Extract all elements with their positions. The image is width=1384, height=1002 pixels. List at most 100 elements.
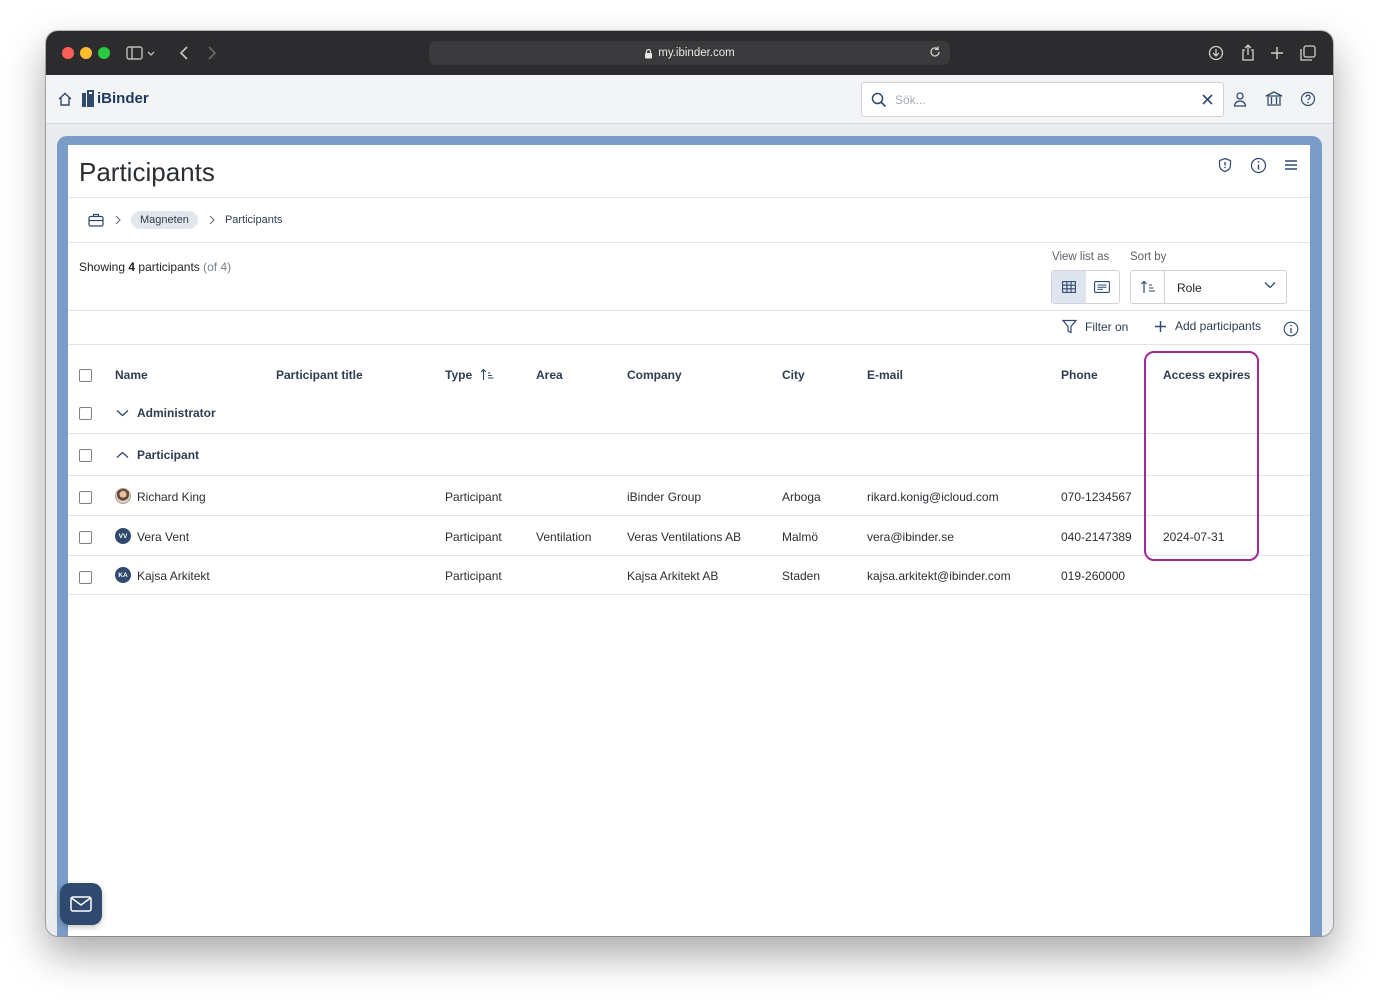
url-text: my.ibinder.com	[658, 47, 735, 59]
column-header-name[interactable]: Name	[115, 368, 148, 382]
new-tab-icon[interactable]	[1270, 43, 1284, 63]
row-checkbox[interactable]	[79, 571, 92, 584]
reload-icon[interactable]	[928, 45, 942, 59]
zoom-window-button[interactable]	[98, 47, 110, 59]
info-icon[interactable]	[1250, 155, 1267, 175]
chevron-down-icon	[1264, 282, 1276, 289]
sort-ascending-icon	[480, 368, 494, 380]
view-list-as-label: View list as	[1052, 251, 1110, 263]
group-checkbox[interactable]	[79, 449, 92, 462]
search-input[interactable]	[895, 91, 1195, 109]
group-checkbox[interactable]	[79, 407, 92, 420]
grid-icon	[1061, 281, 1076, 293]
breadcrumb: Magneten Participants	[88, 211, 282, 229]
search-box[interactable]	[861, 82, 1224, 117]
ibinder-logo-icon	[82, 90, 94, 107]
avatar: KA	[115, 567, 131, 583]
divider	[68, 197, 1310, 198]
participant-area: Ventilation	[536, 530, 592, 544]
organization-icon[interactable]	[1265, 89, 1283, 109]
participant-type: Participant	[445, 530, 502, 544]
share-icon[interactable]	[1240, 43, 1256, 63]
address-bar[interactable]: my.ibinder.com	[429, 41, 950, 65]
participant-company: Kajsa Arkitekt AB	[627, 569, 719, 583]
ibinder-logo[interactable]: iBinder	[82, 90, 149, 107]
participant-name[interactable]: Richard King	[137, 490, 206, 504]
message-button[interactable]	[60, 883, 102, 925]
lock-icon	[645, 48, 653, 58]
briefcase-icon[interactable]	[88, 213, 104, 227]
row-checkbox[interactable]	[79, 491, 92, 504]
list-card-icon	[1094, 281, 1111, 293]
participant-count: 4	[128, 260, 136, 274]
add-participants-button[interactable]: Add participants	[1154, 319, 1261, 333]
sort-by-label: Sort by	[1130, 251, 1167, 263]
chevron-down-icon	[116, 410, 129, 417]
column-header-company[interactable]: Company	[627, 368, 682, 382]
column-header-phone[interactable]: Phone	[1061, 368, 1098, 382]
participant-name[interactable]: Kajsa Arkitekt	[137, 569, 210, 583]
page-title: Participants	[79, 157, 215, 187]
clear-search-icon[interactable]	[1202, 94, 1213, 105]
close-window-button[interactable]	[62, 47, 74, 59]
participant-email: vera@ibinder.se	[867, 530, 954, 544]
filter-button[interactable]: Filter on	[1062, 319, 1128, 334]
card-view-button[interactable]	[1086, 271, 1120, 303]
download-icon[interactable]	[1208, 43, 1224, 63]
browser-window: my.ibinder.com iBinder Sök... Participan…	[46, 31, 1333, 936]
sort-value: Role	[1177, 281, 1202, 295]
column-header-city[interactable]: City	[782, 368, 805, 382]
chevron-up-icon	[116, 451, 129, 458]
row-divider	[68, 515, 1310, 516]
filter-icon	[1062, 319, 1077, 334]
breadcrumb-item-magneten[interactable]: Magneten	[131, 211, 198, 229]
sort-ascending-icon	[1140, 280, 1155, 293]
participant-phone: 040-2147389	[1061, 530, 1132, 544]
column-header-participant-title[interactable]: Participant title	[276, 368, 363, 382]
avatar: VV	[115, 528, 131, 544]
info-icon[interactable]	[1283, 319, 1299, 339]
participant-email: kajsa.arkitekt@ibinder.com	[867, 569, 1011, 583]
sort-direction-button[interactable]	[1131, 271, 1165, 303]
participant-phone: 070-1234567	[1061, 490, 1132, 504]
participant-name[interactable]: Vera Vent	[137, 530, 189, 544]
mail-icon	[70, 896, 92, 912]
row-divider	[68, 475, 1310, 476]
app-header: iBinder	[46, 75, 1333, 124]
table-view-button[interactable]	[1052, 271, 1086, 303]
sidebar-toggle-icon[interactable]	[126, 43, 156, 63]
select-all-checkbox[interactable]	[79, 369, 92, 382]
group-header-administrator[interactable]: Administrator	[116, 406, 216, 420]
row-divider	[68, 594, 1310, 595]
participant-email: rikard.konig@icloud.com	[867, 490, 999, 504]
tabs-overview-icon[interactable]	[1300, 43, 1316, 63]
participant-phone: 019-260000	[1061, 569, 1126, 583]
sort-select[interactable]: Role	[1130, 270, 1287, 304]
participant-city: Arboga	[782, 490, 821, 504]
participant-type: Participant	[445, 569, 502, 583]
column-header-area[interactable]: Area	[536, 368, 563, 382]
shield-icon[interactable]	[1217, 155, 1233, 175]
group-header-participant[interactable]: Participant	[116, 448, 199, 462]
home-icon[interactable]	[57, 89, 73, 109]
user-icon[interactable]	[1232, 89, 1248, 109]
participant-company: Veras Ventilations AB	[627, 530, 742, 544]
breadcrumb-item-participants: Participants	[224, 214, 283, 226]
row-divider	[68, 433, 1310, 434]
participants-panel: Participants Magneten Participants Showi…	[68, 145, 1310, 936]
help-icon[interactable]	[1300, 89, 1316, 109]
column-header-email[interactable]: E-mail	[867, 368, 903, 382]
minimize-window-button[interactable]	[80, 47, 92, 59]
divider	[68, 344, 1310, 345]
chevron-right-icon	[115, 215, 121, 225]
access-expires-highlight	[1144, 351, 1259, 561]
participant-type: Participant	[445, 490, 502, 504]
row-divider	[68, 555, 1310, 556]
back-icon[interactable]	[178, 43, 190, 63]
forward-icon[interactable]	[206, 43, 218, 63]
row-checkbox[interactable]	[79, 531, 92, 544]
menu-icon[interactable]	[1284, 155, 1298, 175]
chevron-right-icon	[209, 215, 215, 225]
participant-city: Malmö	[782, 530, 819, 544]
column-header-type[interactable]: Type	[445, 368, 472, 382]
